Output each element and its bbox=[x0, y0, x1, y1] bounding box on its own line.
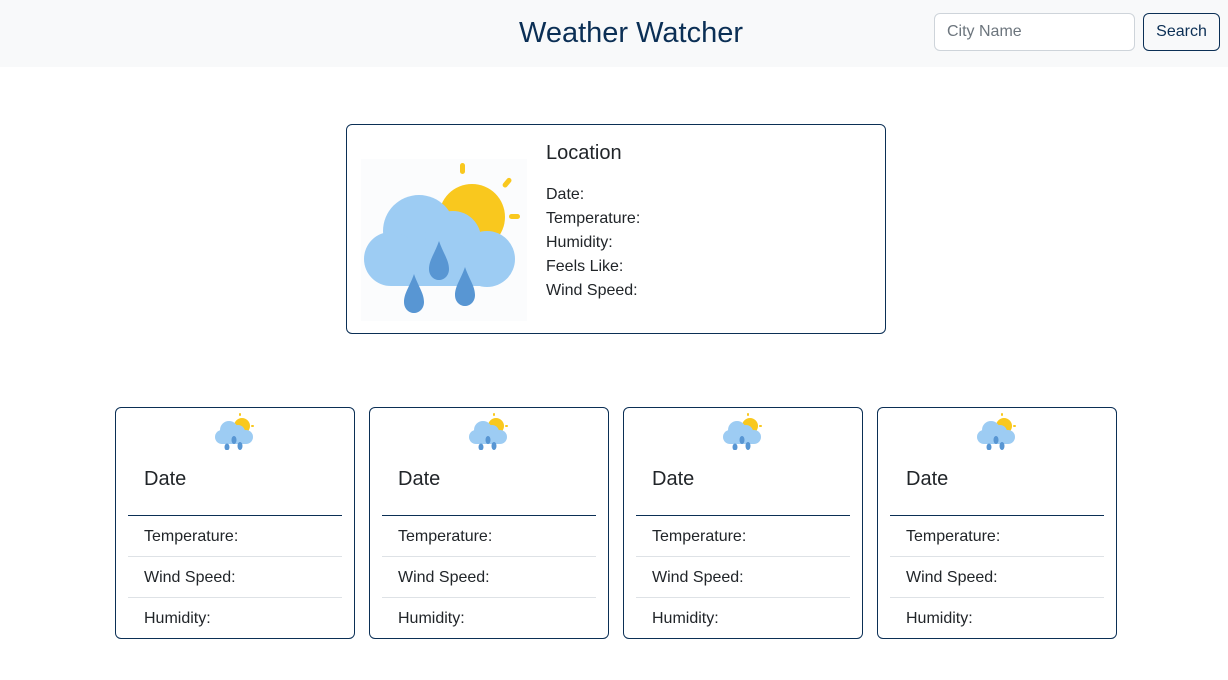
forecast-date: Date bbox=[906, 468, 949, 490]
forecast-card: Date Temperature: Wind Speed: Humidity: bbox=[877, 407, 1117, 639]
current-date-label: Date: bbox=[546, 186, 585, 203]
forecast-wind-speed-label: Wind Speed: bbox=[128, 557, 342, 598]
location-title: Location bbox=[546, 142, 622, 164]
forecast-date: Date bbox=[652, 468, 695, 490]
forecast-temperature-label: Temperature: bbox=[382, 516, 596, 557]
forecast-temperature-label: Temperature: bbox=[128, 516, 342, 557]
current-humidity-label: Humidity: bbox=[546, 234, 613, 251]
forecast-card: Date Temperature: Wind Speed: Humidity: bbox=[369, 407, 609, 639]
forecast-humidity-label: Humidity: bbox=[398, 610, 465, 627]
sun-cloud-rain-icon bbox=[977, 413, 1016, 450]
sun-cloud-rain-icon bbox=[723, 413, 762, 450]
forecast-humidity-label: Humidity: bbox=[652, 610, 719, 627]
current-weather-details: Date: Temperature: Humidity: Feels Like:… bbox=[546, 183, 640, 303]
search-button[interactable]: Search bbox=[1143, 13, 1220, 51]
forecast-temperature-label: Temperature: bbox=[890, 516, 1104, 557]
current-temperature-label: Temperature: bbox=[546, 210, 641, 227]
forecast-humidity-label: Humidity: bbox=[144, 610, 211, 627]
sun-cloud-rain-icon bbox=[469, 413, 508, 450]
current-feels-like-label: Feels Like: bbox=[546, 258, 624, 275]
sun-cloud-rain-icon bbox=[215, 413, 254, 450]
sun-cloud-rain-icon bbox=[361, 159, 527, 321]
forecast-wind-speed-label: Wind Speed: bbox=[636, 557, 850, 598]
forecast-date: Date bbox=[144, 468, 187, 490]
forecast-humidity-label: Humidity: bbox=[906, 610, 973, 627]
forecast-temperature-label: Temperature: bbox=[636, 516, 850, 557]
forecast-card: Date Temperature: Wind Speed: Humidity: bbox=[115, 407, 355, 639]
forecast-date: Date bbox=[398, 468, 441, 490]
city-search-input[interactable] bbox=[934, 13, 1135, 51]
forecast-wind-speed-label: Wind Speed: bbox=[382, 557, 596, 598]
forecast-card: Date Temperature: Wind Speed: Humidity: bbox=[623, 407, 863, 639]
current-wind-speed-label: Wind Speed: bbox=[546, 282, 638, 299]
navbar: Weather Watcher Search bbox=[0, 0, 1228, 67]
current-weather-card: Location Date: Temperature: Humidity: Fe… bbox=[346, 124, 886, 334]
forecast-wind-speed-label: Wind Speed: bbox=[890, 557, 1104, 598]
